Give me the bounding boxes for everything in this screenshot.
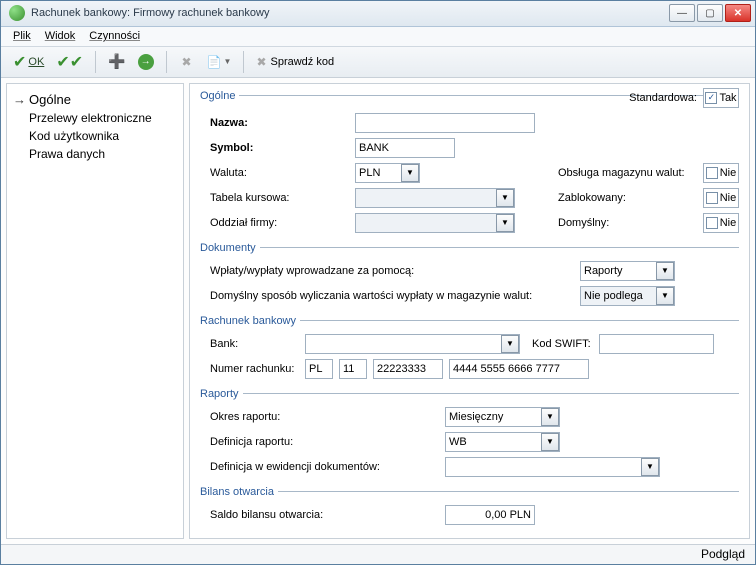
legend-documents: Dokumenty xyxy=(200,242,260,254)
default-label: Domyślny: xyxy=(558,217,703,229)
sidebar-item-transfers[interactable]: Przelewy elektroniczne xyxy=(11,109,179,127)
account-number-label: Numer rachunku: xyxy=(200,363,305,375)
toolbar-separator xyxy=(95,51,96,73)
checkmark-icon: ✓ xyxy=(705,92,717,104)
chevron-down-icon: ▼ xyxy=(401,164,419,182)
currency-label: Waluta: xyxy=(200,167,355,179)
currency-select[interactable]: PLN▼ xyxy=(355,163,420,183)
legend-bank: Rachunek bankowy xyxy=(200,315,300,327)
bank-select[interactable]: ▼ xyxy=(305,334,520,354)
minimize-button[interactable]: — xyxy=(669,4,695,22)
menu-view[interactable]: Widok xyxy=(45,30,76,42)
name-label: Nazwa: xyxy=(200,117,355,129)
group-bank-account: Rachunek bankowy Bank: ▼ Kod SWIFT: Nume… xyxy=(200,315,739,382)
check-code-button[interactable]: ✖Sprawdź kod xyxy=(252,50,338,74)
ok-button[interactable]: ✔OK xyxy=(9,50,48,74)
chk-input[interactable] xyxy=(339,359,367,379)
sidebar-item-general[interactable]: Ogólne xyxy=(11,90,179,109)
standard-checkbox[interactable]: ✓Tak xyxy=(703,88,739,108)
sidebar-item-rights[interactable]: Prawa danych xyxy=(11,145,179,163)
ok-all-button[interactable]: ✔✔ xyxy=(52,50,87,74)
chevron-down-icon: ▼ xyxy=(656,262,674,280)
chevron-down-icon: ▼ xyxy=(501,335,519,353)
legend-general: Ogólne xyxy=(200,90,235,102)
arrow-right-icon: → xyxy=(138,54,154,70)
window-title: Rachunek bankowy: Firmowy rachunek banko… xyxy=(31,7,669,19)
route-input[interactable] xyxy=(373,359,443,379)
main-panel: Ogólne Standardowa: ✓Tak Nazwa: Symbol: … xyxy=(189,83,750,539)
toolbar-separator xyxy=(243,51,244,73)
cc-input[interactable] xyxy=(305,359,333,379)
add-button[interactable]: ➕ xyxy=(104,50,129,74)
maximize-button[interactable]: ▢ xyxy=(697,4,723,22)
print-button[interactable]: 📄▼ xyxy=(203,50,236,74)
swift-label: Kod SWIFT: xyxy=(532,338,591,350)
tools-icon: ✖ xyxy=(182,55,192,69)
standard-label: Standardowa: xyxy=(629,92,697,104)
period-label: Okres raportu: xyxy=(200,411,445,423)
branch-label: Oddział firmy: xyxy=(200,217,355,229)
chevron-down-icon: ▼ xyxy=(224,57,232,66)
statusbar: Podgląd xyxy=(1,544,755,564)
sidebar-item-usercode[interactable]: Kod użytkownika xyxy=(11,127,179,145)
bank-label: Bank: xyxy=(200,338,305,350)
warehouse-label: Obsługa magazynu walut: xyxy=(558,167,703,179)
menu-actions[interactable]: Czynności xyxy=(89,30,140,42)
toolbar: ✔OK ✔✔ ➕ → ✖ 📄▼ ✖Sprawdź kod xyxy=(1,47,755,78)
titlebar: Rachunek bankowy: Firmowy rachunek banko… xyxy=(1,1,755,27)
chevron-down-icon: ▼ xyxy=(496,189,514,207)
x-icon: ✖ xyxy=(256,55,266,69)
symbol-input[interactable] xyxy=(355,138,455,158)
opening-balance-input[interactable] xyxy=(445,505,535,525)
chevron-down-icon: ▼ xyxy=(641,458,659,476)
opening-balance-label: Saldo bilansu otwarcia: xyxy=(200,509,445,521)
sidebar: Ogólne Przelewy elektroniczne Kod użytko… xyxy=(6,83,184,539)
report-def-select[interactable]: WB▼ xyxy=(445,432,560,452)
doc-def-select[interactable]: ▼ xyxy=(445,457,660,477)
blocked-label: Zablokowany: xyxy=(558,192,703,204)
chevron-down-icon: ▼ xyxy=(541,408,559,426)
check-icon: ✔ xyxy=(13,52,26,72)
app-window: Rachunek bankowy: Firmowy rachunek banko… xyxy=(0,0,756,565)
double-check-icon: ✔✔ xyxy=(56,52,83,72)
default-calc-label: Domyślny sposób wyliczania wartości wypł… xyxy=(200,290,580,302)
tools-button[interactable]: ✖ xyxy=(175,50,199,74)
name-input[interactable] xyxy=(355,113,535,133)
deposit-method-label: Wpłaty/wypłaty wprowadzane za pomocą: xyxy=(200,265,580,277)
group-reports: Raporty Okres raportu: Miesięczny▼ Defin… xyxy=(200,388,739,480)
group-documents: Dokumenty Wpłaty/wypłaty wprowadzane za … xyxy=(200,242,739,309)
group-opening-balance: Bilans otwarcia Saldo bilansu otwarcia: xyxy=(200,486,739,528)
toolbar-separator xyxy=(166,51,167,73)
warehouse-checkbox[interactable]: Nie xyxy=(703,163,739,183)
legend-opening: Bilans otwarcia xyxy=(200,486,278,498)
legend-reports: Raporty xyxy=(200,388,243,400)
status-preview: Podgląd xyxy=(701,547,745,561)
period-select[interactable]: Miesięczny▼ xyxy=(445,407,560,427)
acct-input[interactable] xyxy=(449,359,589,379)
app-icon xyxy=(9,5,25,21)
swift-input[interactable] xyxy=(599,334,714,354)
report-def-label: Definicja raportu: xyxy=(200,436,445,448)
rate-table-label: Tabela kursowa: xyxy=(200,192,355,204)
blocked-checkbox[interactable]: Nie xyxy=(703,188,739,208)
menubar: Plik Widok Czynności xyxy=(1,27,755,47)
branch-select[interactable]: ▼ xyxy=(355,213,515,233)
chevron-down-icon: ▼ xyxy=(541,433,559,451)
symbol-label: Symbol: xyxy=(200,142,355,154)
rate-table-select[interactable]: ▼ xyxy=(355,188,515,208)
print-icon: 📄 xyxy=(207,55,222,69)
default-checkbox[interactable]: Nie xyxy=(703,213,739,233)
menu-file[interactable]: Plik xyxy=(13,30,31,42)
deposit-method-select[interactable]: Raporty▼ xyxy=(580,261,675,281)
chevron-down-icon: ▼ xyxy=(656,287,674,305)
default-calc-select[interactable]: Nie podlega▼ xyxy=(580,286,675,306)
chevron-down-icon: ▼ xyxy=(496,214,514,232)
group-general: Ogólne Standardowa: ✓Tak Nazwa: Symbol: … xyxy=(200,90,739,236)
next-button[interactable]: → xyxy=(134,50,158,74)
plus-icon: ➕ xyxy=(108,53,125,70)
doc-def-label: Definicja w ewidencji dokumentów: xyxy=(200,461,445,473)
close-button[interactable]: ✕ xyxy=(725,4,751,22)
